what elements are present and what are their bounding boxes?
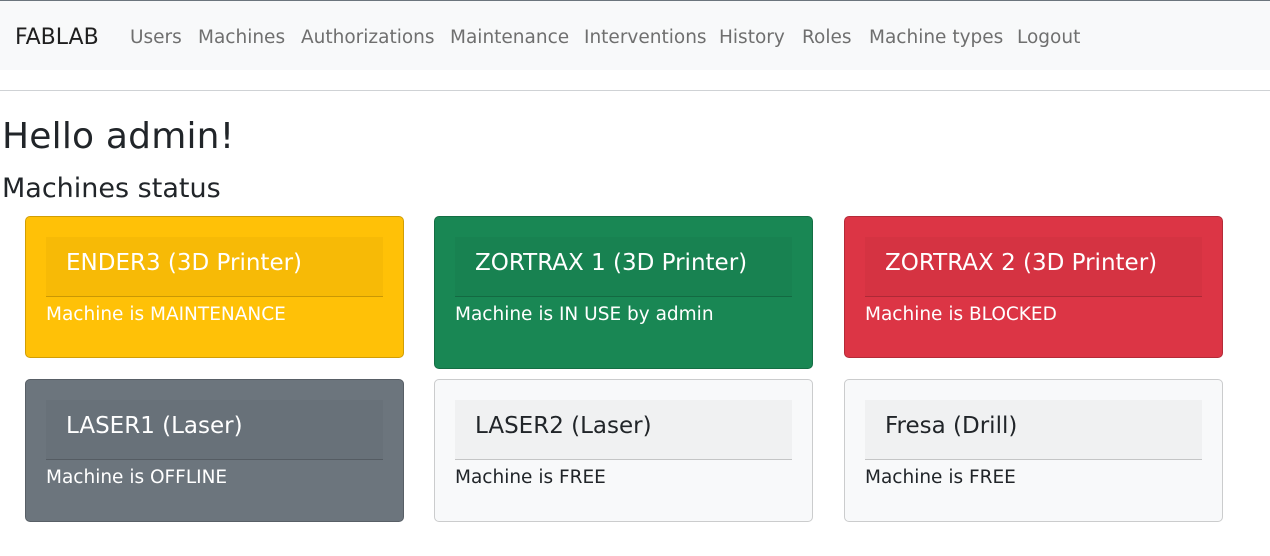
- machine-card-zortrax-2: ZORTRAX 2 (3D Printer) Machine is BLOCKE…: [844, 216, 1223, 358]
- machine-card-ender3: ENDER3 (3D Printer) Machine is MAINTENAN…: [25, 216, 404, 358]
- nav-item-maintenance[interactable]: Maintenance: [450, 27, 569, 48]
- machine-card-title: ENDER3 (3D Printer): [66, 250, 303, 276]
- machine-card-header: ZORTRAX 1 (3D Printer): [455, 237, 792, 297]
- top-navbar: FABLAB Users Machines Authorizations Mai…: [0, 0, 1270, 70]
- nav-item-users[interactable]: Users: [130, 27, 182, 48]
- machine-card-header: Fresa (Drill): [865, 400, 1202, 460]
- machine-card-zortrax-1: ZORTRAX 1 (3D Printer) Machine is IN USE…: [434, 216, 813, 369]
- machine-card-title: ZORTRAX 1 (3D Printer): [475, 250, 748, 276]
- machine-status-text: Machine is MAINTENANCE: [46, 304, 286, 325]
- nav-item-interventions[interactable]: Interventions: [584, 27, 707, 48]
- horizontal-divider: [0, 90, 1270, 91]
- machine-card-header: ENDER3 (3D Printer): [46, 237, 383, 297]
- machine-status-text: Machine is FREE: [455, 467, 606, 488]
- machine-card-title: LASER1 (Laser): [66, 413, 243, 439]
- machine-card-header: LASER2 (Laser): [455, 400, 792, 460]
- machine-card-header: LASER1 (Laser): [46, 400, 383, 460]
- machine-card-header: ZORTRAX 2 (3D Printer): [865, 237, 1202, 297]
- machine-card-title: LASER2 (Laser): [475, 413, 652, 439]
- nav-item-machines[interactable]: Machines: [198, 27, 285, 48]
- brand-link[interactable]: FABLAB: [15, 25, 99, 50]
- greeting-heading: Hello admin!: [2, 116, 235, 157]
- machine-card-laser2: LASER2 (Laser) Machine is FREE: [434, 379, 813, 522]
- nav-item-logout[interactable]: Logout: [1017, 27, 1080, 48]
- machine-status-text: Machine is OFFLINE: [46, 467, 228, 488]
- machine-card-title: ZORTRAX 2 (3D Printer): [885, 250, 1158, 276]
- machine-status-text: Machine is BLOCKED: [865, 304, 1057, 325]
- machine-card-laser1: LASER1 (Laser) Machine is OFFLINE: [25, 379, 404, 522]
- nav-item-roles[interactable]: Roles: [802, 27, 852, 48]
- nav-item-authorizations[interactable]: Authorizations: [301, 27, 435, 48]
- machine-card-title: Fresa (Drill): [885, 413, 1018, 439]
- nav-item-machine-types[interactable]: Machine types: [869, 27, 1003, 48]
- machines-status-heading: Machines status: [2, 173, 221, 204]
- machine-status-text: Machine is IN USE by admin: [455, 304, 714, 325]
- machine-status-text: Machine is FREE: [865, 467, 1016, 488]
- machine-card-fresa: Fresa (Drill) Machine is FREE: [844, 379, 1223, 522]
- nav-item-history[interactable]: History: [719, 27, 785, 48]
